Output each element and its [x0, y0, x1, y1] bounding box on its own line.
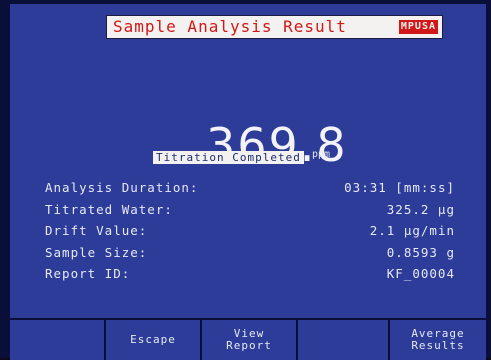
detail-row-analysis-duration: Analysis Duration: 03:31 [mm:ss]: [45, 180, 455, 202]
view-report-label-line2: Report: [226, 339, 272, 352]
instrument-bezel: Sample Analysis Result MPUSA 369.8 ppm T…: [0, 0, 491, 360]
title-bar: Sample Analysis Result MPUSA: [106, 15, 443, 39]
detail-value: 2.1 µg/min: [369, 223, 455, 238]
softkey-bar: Escape View Report Average Results: [10, 318, 486, 360]
result-screen: Sample Analysis Result MPUSA 369.8 ppm T…: [10, 4, 486, 318]
detail-value: 03:31 [mm:ss]: [344, 180, 455, 195]
brand-badge: MPUSA: [398, 20, 438, 34]
detail-value: 325.2 µg: [386, 201, 455, 217]
detail-row-sample-size: Sample Size: 0.8593 g: [45, 245, 455, 267]
detail-value: KF_00004: [386, 266, 455, 281]
details-list: Analysis Duration: 03:31 [mm:ss] Titrate…: [45, 180, 455, 288]
detail-label: Analysis Duration:: [45, 180, 199, 195]
view-report-button[interactable]: View Report: [202, 320, 298, 360]
escape-label: Escape: [130, 333, 176, 346]
softkey-4-empty[interactable]: [298, 320, 390, 360]
escape-button[interactable]: Escape: [106, 320, 202, 360]
softkey-1-empty[interactable]: [10, 320, 106, 360]
status-badge: Titration Completed: [153, 151, 304, 164]
result-unit: ppm: [312, 149, 331, 160]
detail-label: Titrated Water:: [45, 201, 173, 217]
detail-label: Report ID:: [45, 266, 131, 281]
detail-label: Sample Size:: [45, 244, 148, 260]
detail-row-titrated-water: Titrated Water: 325.2 µg: [45, 202, 455, 224]
detail-row-drift-value: Drift Value: 2.1 µg/min: [45, 223, 455, 245]
page-title: Sample Analysis Result: [113, 17, 347, 36]
detail-row-report-id: Report ID: KF_00004: [45, 266, 455, 288]
detail-label: Drift Value:: [45, 223, 148, 238]
average-results-label-line2: Results: [411, 339, 465, 352]
average-results-button[interactable]: Average Results: [390, 320, 486, 360]
detail-value: 0.8593 g: [386, 244, 455, 260]
